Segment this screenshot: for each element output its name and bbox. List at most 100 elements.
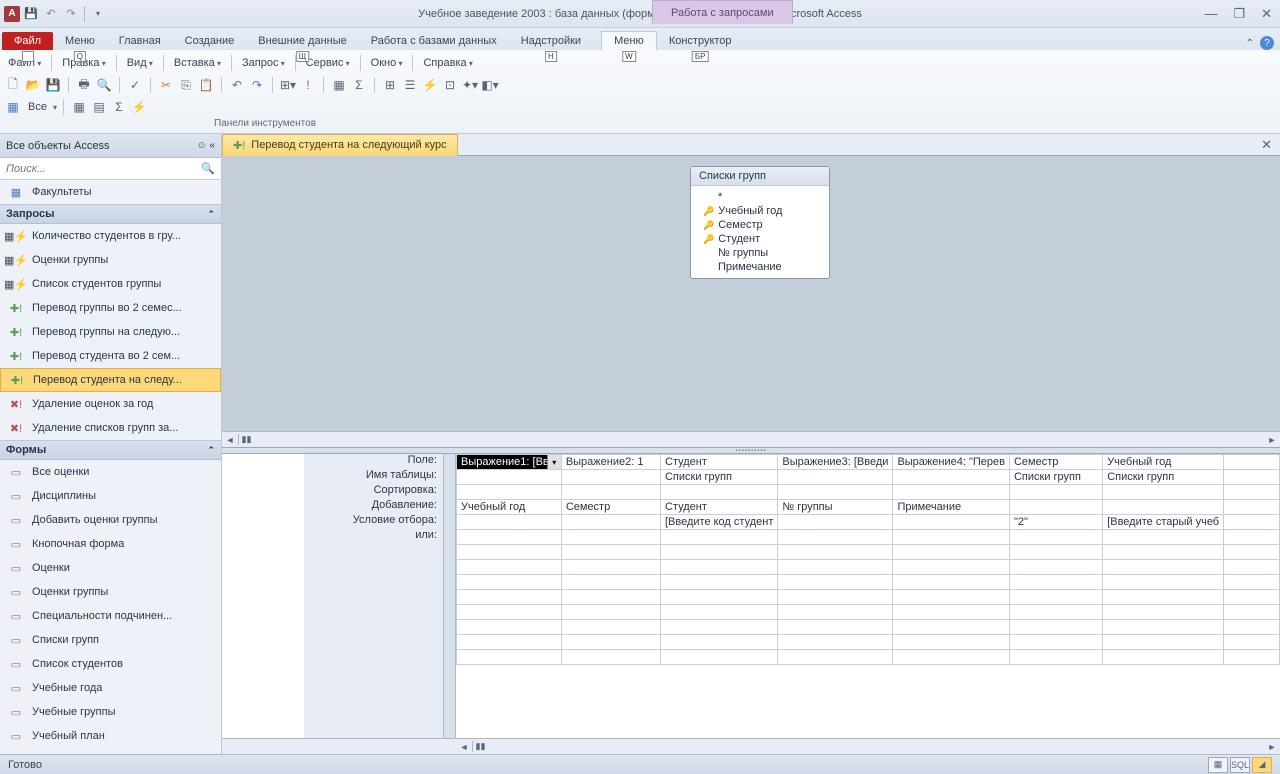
grid-scroll-left-icon[interactable]: ◄: [456, 742, 472, 752]
newobj-icon[interactable]: ✦▾: [461, 76, 479, 94]
sql-view-button[interactable]: SQL: [1230, 757, 1250, 773]
dropdown-icon[interactable]: ▾: [547, 455, 561, 469]
print-icon[interactable]: 🖶: [75, 76, 93, 94]
grid-cell[interactable]: [457, 560, 562, 575]
spell-icon[interactable]: ✓: [126, 76, 144, 94]
grid-cell[interactable]: [561, 575, 660, 590]
nav-item[interactable]: ▭Учебные года: [0, 676, 221, 700]
grid-cell[interactable]: [893, 635, 1010, 650]
view-datasheet-icon[interactable]: ▦: [4, 98, 22, 116]
builder-icon[interactable]: ⚡: [421, 76, 439, 94]
scroll-left-icon[interactable]: ◄: [222, 435, 238, 445]
grid-cell[interactable]: [1224, 560, 1280, 575]
grid-cell[interactable]: [778, 650, 893, 665]
grid-cell[interactable]: [893, 485, 1010, 500]
grid-cell[interactable]: [778, 575, 893, 590]
grid-cell[interactable]: [1224, 620, 1280, 635]
grid-cell[interactable]: [893, 650, 1010, 665]
grid-cell[interactable]: [457, 530, 562, 545]
ribbon-minimize-icon[interactable]: ⌃: [1246, 38, 1254, 49]
nav-header[interactable]: Все объекты Access ⊙ «: [0, 134, 221, 158]
grid-cell[interactable]: [Введите старый учеб: [1103, 515, 1224, 530]
preview-icon[interactable]: 🔍: [95, 76, 113, 94]
grid-cell[interactable]: [1009, 590, 1102, 605]
grid-cell[interactable]: [1103, 605, 1224, 620]
nav-item[interactable]: ✖!Удаление оценок за год: [0, 392, 221, 416]
nav-item[interactable]: ▦⚡Количество студентов в гру...: [0, 224, 221, 248]
grid-cell[interactable]: Студент: [660, 455, 777, 470]
grid-cell[interactable]: "2": [1009, 515, 1102, 530]
document-tab[interactable]: ✚! Перевод студента на следующий курс: [222, 134, 458, 156]
showtable-icon[interactable]: ▦: [330, 76, 348, 94]
grid-cell[interactable]: [1224, 500, 1280, 515]
document-close-icon[interactable]: ✕: [1253, 137, 1280, 153]
ribbon-tab-design[interactable]: КонструкторБР: [657, 32, 744, 50]
grid-cell[interactable]: [1103, 590, 1224, 605]
grid-cell[interactable]: [660, 620, 777, 635]
ribbon-tab-external[interactable]: Внешние данныеЩ: [246, 32, 358, 50]
grid-cell[interactable]: [1103, 545, 1224, 560]
tbx1-icon[interactable]: ▦: [70, 98, 88, 116]
open-icon[interactable]: 📂: [24, 76, 42, 94]
grid-cell[interactable]: [1103, 560, 1224, 575]
grid-cell[interactable]: [778, 470, 893, 485]
grid-cell[interactable]: [457, 515, 562, 530]
nav-item[interactable]: ✚!Перевод студента во 2 сем...: [0, 344, 221, 368]
grid-cell[interactable]: Студент: [660, 500, 777, 515]
grid-cell[interactable]: [660, 530, 777, 545]
redo-icon[interactable]: ↷: [62, 5, 80, 23]
grid-cell[interactable]: Учебный год: [457, 500, 562, 515]
redo2-icon[interactable]: ↷: [248, 76, 266, 94]
nav-item[interactable]: ▦⚡Оценки группы: [0, 248, 221, 272]
grid-cell[interactable]: [561, 635, 660, 650]
grid-cell[interactable]: [1103, 500, 1224, 515]
grid-cell[interactable]: [1224, 575, 1280, 590]
grid-cell[interactable]: [1224, 515, 1280, 530]
grid-cell[interactable]: [Введите код студент: [660, 515, 777, 530]
grid-cell[interactable]: [561, 545, 660, 560]
nav-item[interactable]: ▭Оценки группы: [0, 580, 221, 604]
nav-search-input[interactable]: [0, 161, 195, 177]
nav-item[interactable]: ▭Кнопочная форма: [0, 532, 221, 556]
grid-cell[interactable]: Выражение3: [Введи: [778, 455, 893, 470]
nav-item[interactable]: ▭Учебные группы: [0, 700, 221, 724]
search-icon[interactable]: 🔍: [195, 162, 221, 175]
field-list-item[interactable]: 🔑Студент: [691, 232, 829, 246]
grid-cell[interactable]: [457, 605, 562, 620]
grid-cell[interactable]: [457, 485, 562, 500]
nav-item[interactable]: ▭Добавить оценки группы: [0, 508, 221, 532]
grid-cell[interactable]: [561, 605, 660, 620]
nav-item[interactable]: ✖!Удаление списков групп за...: [0, 416, 221, 440]
grid-cell[interactable]: [893, 590, 1010, 605]
grid-cell[interactable]: Списки групп: [660, 470, 777, 485]
grid-cell[interactable]: [1224, 590, 1280, 605]
tbx2-icon[interactable]: ▤: [90, 98, 108, 116]
grid-cell[interactable]: [1224, 530, 1280, 545]
grid-cell[interactable]: [561, 530, 660, 545]
grid-cell[interactable]: Учебный год: [1103, 455, 1224, 470]
cut-icon[interactable]: ✂: [157, 76, 175, 94]
grid-cell[interactable]: [893, 515, 1010, 530]
menu-query[interactable]: Запрос: [238, 55, 289, 71]
grid-cell[interactable]: [1103, 635, 1224, 650]
grid-cell[interactable]: [1009, 605, 1102, 620]
grid-cell[interactable]: [1103, 575, 1224, 590]
nav-item[interactable]: ▭Списки групп: [0, 628, 221, 652]
grid-cell[interactable]: [1009, 545, 1102, 560]
grid-cell[interactable]: [893, 620, 1010, 635]
office-icon[interactable]: ◧▾: [481, 76, 499, 94]
tbx3-icon[interactable]: Σ: [110, 98, 128, 116]
grid-cell[interactable]: Списки групп: [1103, 470, 1224, 485]
nav-item[interactable]: ▭Список студентов: [0, 652, 221, 676]
props-icon[interactable]: ☰: [401, 76, 419, 94]
grid-cell[interactable]: [1224, 650, 1280, 665]
grid-cell[interactable]: [1224, 470, 1280, 485]
ribbon-tab-dbtools[interactable]: Работа с базами данных: [359, 32, 509, 50]
ribbon-tab-home[interactable]: Главная: [107, 32, 173, 50]
grid-cell[interactable]: [1224, 605, 1280, 620]
nav-item[interactable]: ✚!Перевод группы на следую...: [0, 320, 221, 344]
ribbon-tab-file[interactable]: ФайлФ: [2, 32, 53, 50]
dbwindow-icon[interactable]: ⊡: [441, 76, 459, 94]
query-design-upper[interactable]: Списки групп *🔑Учебный год🔑Семестр🔑Студе…: [222, 156, 1280, 447]
save-icon[interactable]: 💾: [44, 76, 62, 94]
